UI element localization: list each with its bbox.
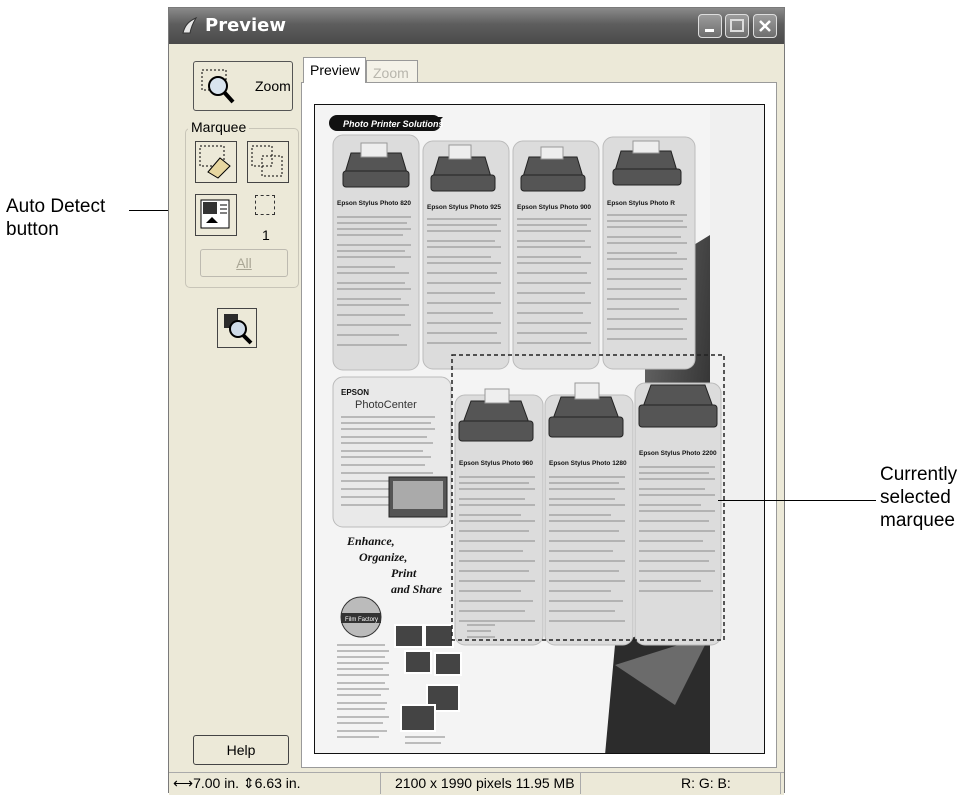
- status-dimensions: ⟷7.00 in. ⇕6.63 in.: [169, 773, 381, 794]
- close-button[interactable]: [753, 14, 777, 38]
- product-name-6: Epson Stylus Photo 1280: [549, 460, 627, 467]
- current-marquee-callout-text: Currently selected marquee: [880, 464, 958, 531]
- marquee-indicator-icon: [255, 195, 275, 215]
- epson-brand: EPSON: [341, 388, 369, 397]
- auto-detect-callout: Auto Detect button: [6, 195, 105, 241]
- help-button[interactable]: Help: [193, 735, 289, 765]
- tab-zoom-label: Zoom: [373, 65, 409, 81]
- product-name-7: Epson Stylus Photo 2200: [639, 450, 717, 457]
- duplicate-marquee-button[interactable]: [247, 141, 289, 183]
- marquee-group-title: Marquee: [188, 119, 250, 135]
- scanned-brochure-image: Photo Printer Solutions Epson Stylus Pho…: [315, 105, 764, 753]
- product-name-4: Epson Stylus Photo R: [607, 200, 675, 207]
- brochure-banner: Photo Printer Solutions: [343, 119, 444, 129]
- status-bar: ⟷7.00 in. ⇕6.63 in. 2100 x 1990 pixels 1…: [169, 772, 784, 795]
- status-rgb: R: G: B:: [581, 773, 781, 794]
- seal-text: Film Factory: [345, 617, 378, 623]
- minimize-button[interactable]: [698, 14, 722, 38]
- all-button[interactable]: All: [200, 249, 288, 277]
- tab-zoom[interactable]: Zoom: [366, 60, 418, 83]
- auto-detect-button[interactable]: [195, 194, 237, 236]
- window-title: Preview: [205, 15, 287, 36]
- product-name-3: Epson Stylus Photo 900: [517, 204, 591, 211]
- product-name-2: Epson Stylus Photo 925: [427, 204, 501, 211]
- scanned-image-area[interactable]: Photo Printer Solutions Epson Stylus Pho…: [314, 104, 765, 754]
- current-marquee-callout: Currently selected marquee: [880, 463, 957, 532]
- tab-preview[interactable]: Preview: [303, 57, 366, 83]
- close-icon: [759, 20, 771, 32]
- auto-detect-icon: [200, 199, 230, 229]
- height-arrow-icon: ⇕: [242, 775, 255, 791]
- status-width: 7.00 in.: [193, 775, 240, 791]
- maximize-icon: [730, 19, 744, 32]
- zoom-to-marquee-button[interactable]: [217, 308, 257, 348]
- minimize-icon: [705, 29, 714, 32]
- duplicate-marquee-icon: [251, 145, 283, 177]
- zoom-magnifier-icon: [201, 69, 235, 104]
- tab-preview-label: Preview: [310, 62, 360, 78]
- current-marquee-leader-line: [718, 500, 876, 501]
- marquee-erase-icon: [199, 145, 231, 179]
- zoom-marquee-icon: [224, 314, 253, 345]
- slogan-line-2: Organize,: [359, 550, 407, 564]
- preview-window: Preview Zoom Marquee 1 All Help Zoom Pre…: [168, 7, 785, 795]
- width-arrow-icon: ⟷: [173, 775, 194, 791]
- marquee-tool-button[interactable]: [195, 141, 237, 183]
- app-icon: [182, 16, 198, 34]
- status-pixels: 2100 x 1990 pixels 11.95 MB: [381, 773, 581, 794]
- auto-detect-callout-text: Auto Detect button: [6, 196, 106, 240]
- slogan-line-1: Enhance,: [346, 534, 395, 548]
- slogan-line-4: and Share: [391, 582, 443, 596]
- title-bar: Preview: [169, 8, 784, 44]
- help-button-label: Help: [226, 742, 256, 758]
- zoom-button-label: Zoom: [255, 78, 291, 94]
- status-height: 6.63 in.: [254, 775, 301, 791]
- zoom-button[interactable]: Zoom: [193, 61, 293, 111]
- marquee-count: 1: [262, 227, 270, 243]
- slogan-line-3: Print: [391, 566, 417, 580]
- product-name-1: Epson Stylus Photo 820: [337, 200, 411, 207]
- maximize-button[interactable]: [725, 14, 749, 38]
- photocenter-logo: PhotoCenter: [355, 399, 417, 411]
- product-name-5: Epson Stylus Photo 960: [459, 460, 533, 467]
